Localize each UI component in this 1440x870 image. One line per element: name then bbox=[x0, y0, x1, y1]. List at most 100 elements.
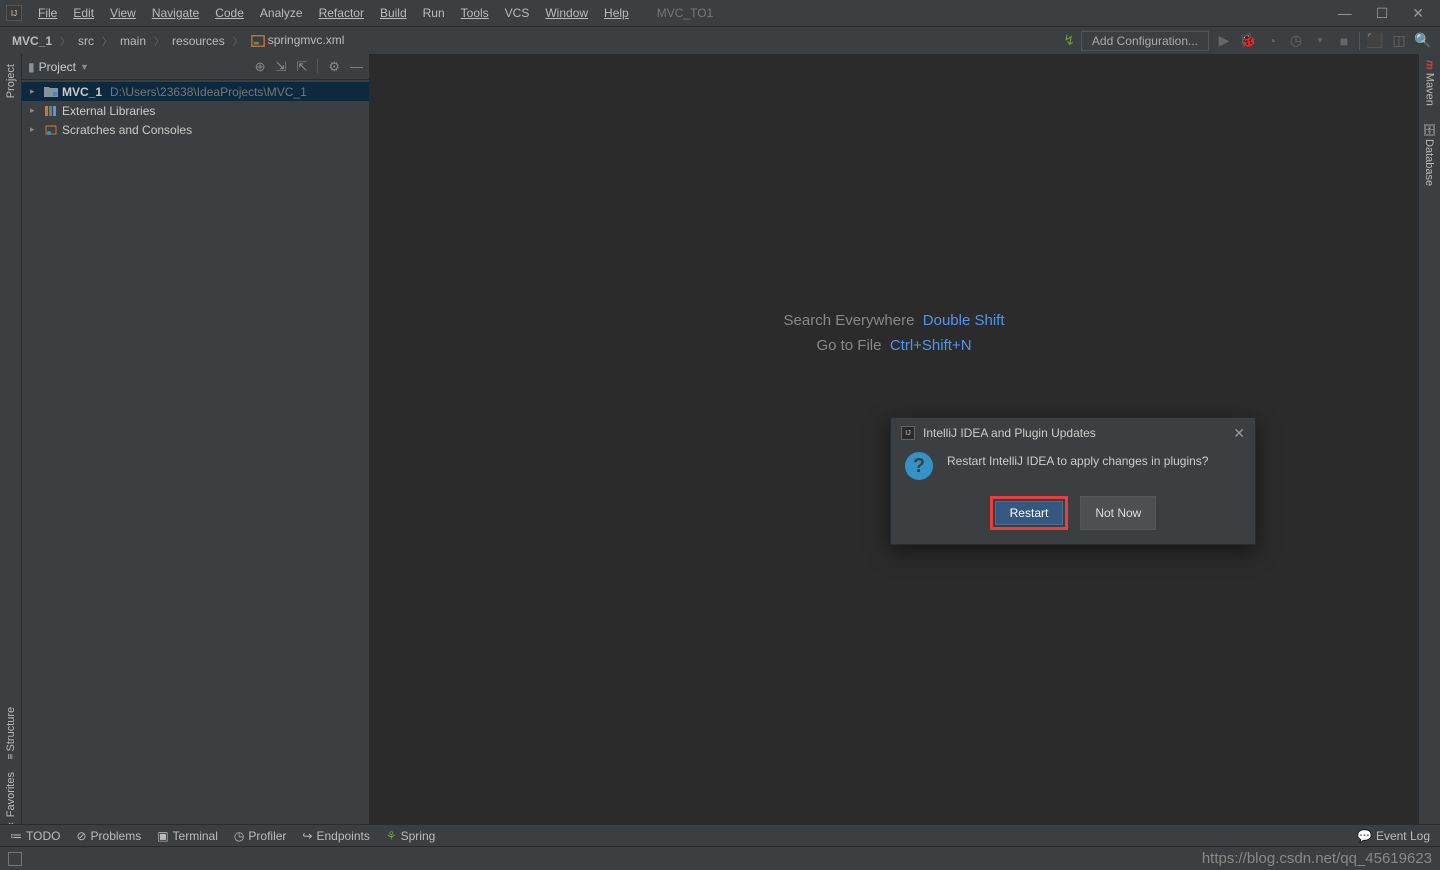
editor-area: Search Everywhere Double Shift Go to Fil… bbox=[370, 54, 1418, 846]
chevron-down-icon[interactable]: ▼ bbox=[80, 62, 89, 72]
expand-all-icon[interactable]: ⇲ bbox=[276, 59, 287, 75]
toolwindow-maven-tab[interactable]: m Maven bbox=[1424, 60, 1436, 106]
app-logo-icon: IJ bbox=[6, 5, 22, 21]
project-tree[interactable]: ▸ MVC_1 D:\Users\23638\IdeaProjects\MVC_… bbox=[22, 80, 369, 141]
left-toolwindow-bar: Project ≡Structure ★Favorites bbox=[0, 54, 22, 846]
toolwindow-project-tab[interactable]: Project bbox=[5, 64, 17, 98]
tree-extlib-label: External Libraries bbox=[62, 104, 155, 118]
project-panel-header: ▮ Project ▼ ⊕ ⇲ ⇱ ⚙ — bbox=[22, 54, 369, 80]
collapse-all-icon[interactable]: ⇱ bbox=[296, 59, 307, 75]
status-bar: https://blog.csdn.net/qq_45619623 bbox=[0, 846, 1440, 870]
close-icon[interactable]: ✕ bbox=[1412, 5, 1424, 22]
crumb-resources[interactable]: resources bbox=[168, 34, 229, 48]
dialog-titlebar: IJ IntelliJ IDEA and Plugin Updates ✕ bbox=[891, 418, 1255, 448]
menu-file[interactable]: File bbox=[30, 3, 65, 23]
toolwindow-terminal-tab[interactable]: ▣Terminal bbox=[157, 829, 218, 843]
toolwindow-structure-tab[interactable]: ≡Structure bbox=[5, 707, 17, 759]
bottom-toolwindow-bar: ≔TODO ⊘Problems ▣Terminal ◷Profiler ↪End… bbox=[0, 824, 1440, 846]
toolwindow-spring-tab[interactable]: ⚘Spring bbox=[386, 829, 435, 843]
run-config-dropdown[interactable]: Add Configuration... bbox=[1081, 31, 1209, 51]
highlight-annotation: Restart bbox=[990, 496, 1069, 530]
vcs-update-icon[interactable]: ⬛ bbox=[1366, 32, 1384, 49]
xml-file-icon bbox=[251, 34, 265, 48]
menu-refactor[interactable]: Refactor bbox=[311, 3, 372, 23]
maximize-icon[interactable]: ☐ bbox=[1376, 5, 1389, 22]
menu-analyze[interactable]: Analyze bbox=[252, 3, 311, 23]
menu-tools[interactable]: Tools bbox=[453, 3, 497, 23]
dialog-message: Restart IntelliJ IDEA to apply changes i… bbox=[947, 452, 1208, 480]
hint-search-key: Double Shift bbox=[923, 312, 1005, 329]
event-log-tab[interactable]: 💬Event Log bbox=[1357, 829, 1430, 843]
right-toolwindow-bar: m Maven 🗄 Database bbox=[1418, 54, 1440, 846]
gear-icon[interactable]: ⚙ bbox=[328, 59, 340, 75]
main-menu: File Edit View Navigate Code Analyze Ref… bbox=[30, 3, 637, 23]
run-config-label: Add Configuration... bbox=[1092, 34, 1198, 48]
chevron-right-icon: 〉 bbox=[154, 33, 164, 48]
tree-root-name: MVC_1 bbox=[62, 85, 102, 99]
build-icon[interactable]: ↯ bbox=[1063, 32, 1075, 49]
watermark-text: https://blog.csdn.net/qq_45619623 bbox=[1202, 850, 1432, 867]
menu-view[interactable]: View bbox=[102, 3, 144, 23]
restart-button[interactable]: Restart bbox=[995, 501, 1064, 525]
profile-icon[interactable]: ◷ bbox=[1287, 32, 1305, 49]
libraries-icon bbox=[44, 104, 58, 118]
locate-icon[interactable]: ⊕ bbox=[255, 59, 266, 75]
question-icon bbox=[905, 452, 933, 480]
hint-gotofile-label: Go to File bbox=[816, 337, 881, 354]
toolwindow-problems-tab[interactable]: ⊘Problems bbox=[76, 829, 141, 843]
menu-run[interactable]: Run bbox=[415, 3, 453, 23]
run-icon[interactable]: ▶ bbox=[1215, 32, 1233, 49]
ide-settings-icon[interactable]: ◫ bbox=[1390, 32, 1408, 49]
navigation-bar: MVC_1 〉 src 〉 main 〉 resources 〉 springm… bbox=[0, 26, 1440, 54]
menu-window[interactable]: Window bbox=[537, 3, 596, 23]
project-panel-title[interactable]: Project bbox=[39, 60, 76, 74]
app-logo-icon: IJ bbox=[901, 426, 915, 440]
title-project-name: MVC_TO1 bbox=[657, 6, 713, 20]
menu-navigate[interactable]: Navigate bbox=[144, 3, 207, 23]
crumb-project[interactable]: MVC_1 bbox=[8, 34, 56, 48]
menu-vcs[interactable]: VCS bbox=[497, 3, 538, 23]
toolwindow-profiler-tab[interactable]: ◷Profiler bbox=[234, 829, 287, 843]
hint-gotofile-key: Ctrl+Shift+N bbox=[890, 337, 972, 354]
folder-icon: ▮ bbox=[28, 60, 35, 74]
tree-root-path: D:\Users\23638\IdeaProjects\MVC_1 bbox=[110, 85, 307, 99]
breadcrumb: MVC_1 〉 src 〉 main 〉 resources 〉 springm… bbox=[8, 33, 348, 48]
scratches-icon bbox=[44, 123, 58, 137]
menu-edit[interactable]: Edit bbox=[65, 3, 102, 23]
separator bbox=[1359, 32, 1360, 50]
crumb-file[interactable]: springmvc.xml bbox=[247, 33, 349, 48]
menu-build[interactable]: Build bbox=[372, 3, 415, 23]
search-icon[interactable]: 🔍 bbox=[1414, 32, 1432, 49]
tree-external-libraries[interactable]: ▸ External Libraries bbox=[22, 101, 369, 120]
hide-icon[interactable]: — bbox=[350, 59, 363, 75]
toolwindow-endpoints-tab[interactable]: ↪Endpoints bbox=[302, 829, 369, 843]
dialog-title: IntelliJ IDEA and Plugin Updates bbox=[923, 426, 1096, 440]
not-now-button[interactable]: Not Now bbox=[1080, 496, 1156, 530]
tree-root[interactable]: ▸ MVC_1 D:\Users\23638\IdeaProjects\MVC_… bbox=[22, 82, 369, 101]
chevron-right-icon: 〉 bbox=[60, 33, 70, 48]
statusbar-toggle-icon[interactable] bbox=[8, 852, 22, 866]
crumb-src[interactable]: src bbox=[74, 34, 98, 48]
minimize-icon[interactable]: — bbox=[1338, 5, 1352, 22]
coverage-icon[interactable]: ◔ bbox=[1263, 33, 1281, 49]
tree-scratches[interactable]: ▸ Scratches and Consoles bbox=[22, 120, 369, 139]
separator bbox=[317, 59, 318, 73]
window-controls: — ☐ ✕ bbox=[1338, 5, 1434, 22]
collapsed-arrow-icon[interactable]: ▸ bbox=[30, 124, 40, 135]
collapsed-arrow-icon[interactable]: ▸ bbox=[30, 86, 40, 97]
dropdown-icon[interactable]: ▼ bbox=[1311, 36, 1329, 45]
menu-help[interactable]: Help bbox=[596, 3, 637, 23]
chevron-right-icon: 〉 bbox=[233, 33, 243, 48]
stop-icon[interactable]: ■ bbox=[1335, 33, 1353, 49]
chevron-right-icon: 〉 bbox=[102, 33, 112, 48]
menu-code[interactable]: Code bbox=[207, 3, 252, 23]
collapsed-arrow-icon[interactable]: ▸ bbox=[30, 105, 40, 116]
crumb-main[interactable]: main bbox=[116, 34, 150, 48]
toolwindow-favorites-tab[interactable]: ★Favorites bbox=[5, 772, 17, 830]
empty-editor-hints: Search Everywhere Double Shift Go to Fil… bbox=[784, 304, 1005, 362]
dialog-close-icon[interactable]: ✕ bbox=[1233, 425, 1245, 442]
debug-icon[interactable]: 🐞 bbox=[1239, 32, 1257, 49]
project-tool-window: ▮ Project ▼ ⊕ ⇲ ⇱ ⚙ — ▸ MVC_1 D:\Users\2… bbox=[22, 54, 370, 846]
toolwindow-database-tab[interactable]: 🗄 Database bbox=[1423, 122, 1436, 186]
toolwindow-todo-tab[interactable]: ≔TODO bbox=[10, 829, 60, 843]
